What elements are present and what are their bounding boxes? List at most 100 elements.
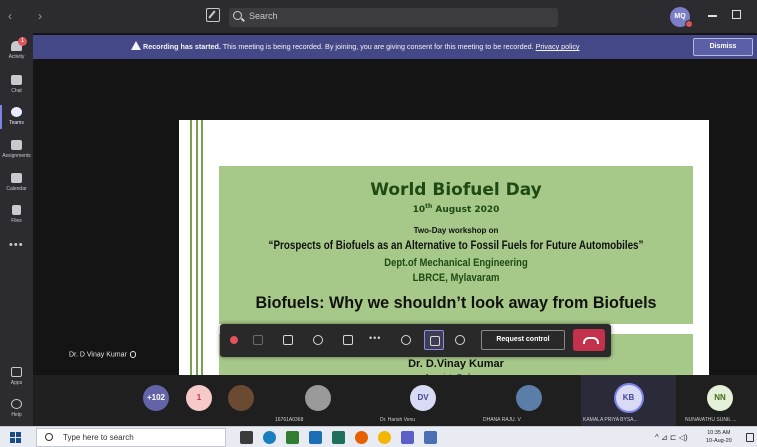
recording-banner: Recording has started. This meeting is b… [33,35,757,59]
chat-icon [11,75,22,85]
rail-label: Chat [11,88,22,94]
participant-tile[interactable]: NN NUNAVATHU SUNIL ... [683,375,757,426]
rail-item-apps[interactable]: Apps [0,363,33,393]
hang-up-icon[interactable] [573,329,605,351]
participant-tile[interactable]: DV Dr. Harish Venu [378,375,468,426]
mic-glyph [313,335,323,345]
calendar-icon [11,173,22,183]
maximize-icon[interactable] [732,10,741,19]
participant-avatar: 1 [186,385,212,411]
taskbar-search-placeholder: Type here to search [63,433,134,442]
teams-window: ‹ › Search MQ 1 Activity Chat Teams Assi… [0,0,757,447]
hand-glyph [401,335,411,345]
more-icon[interactable]: ••• [369,333,381,343]
edge-icon[interactable] [263,431,276,444]
mic-off-icon[interactable] [308,330,328,350]
task-view-icon[interactable] [240,431,253,444]
record-icon[interactable] [224,330,244,350]
participant-name: Dr. Harish Venu [380,417,416,423]
files-icon [12,205,21,215]
participant-name: NUNAVATHU SUNIL ... [685,417,737,423]
cursor-icon[interactable] [248,330,268,350]
participant-tile[interactable]: 1 [186,375,212,426]
chrome-icon[interactable] [378,431,391,444]
department: Dept.of Mechanical Engineering [384,257,528,269]
title-bar: ‹ › Search MQ [0,0,757,33]
help-icon [11,399,22,409]
mic-icon [129,351,136,358]
participant-avatar: DV [410,385,436,411]
rail-item-assignments[interactable]: Assignments [0,136,33,166]
store-icon[interactable] [286,431,299,444]
rail-label: Activity [8,54,25,60]
camera-off-icon[interactable] [278,330,298,350]
search-icon [233,11,242,20]
activity-badge: 1 [18,37,27,46]
slide-title-panel: World Biofuel Day 10th August 2020 Two-D… [219,166,693,324]
clock-time: 10:35 AM [707,430,731,436]
workshop-topic: “Prospects of Biofuels as an Alternative… [268,238,644,252]
rail-label: Assignments [2,153,31,159]
people-glyph [455,335,465,345]
notification-icon[interactable] [746,433,754,442]
more-apps-icon[interactable]: ••• [9,239,24,251]
chat-glyph [430,336,440,346]
request-control-button[interactable]: Request control [481,330,565,350]
rail-label: Calendar [6,186,27,192]
participants-icon[interactable] [450,330,470,350]
windows-taskbar: Type here to search ^ ⊿ ⊏ ◁) 10:35 AM 10… [0,426,757,447]
rail-item-files[interactable]: Files [0,201,33,231]
forward-icon[interactable]: › [38,9,42,23]
author-name: Dr. D.Vinay Kumar [408,358,504,370]
teams-taskbar-icon[interactable] [401,431,414,444]
slide-date: 10th August 2020 [219,203,693,215]
rail-label: Help [11,412,22,418]
rail-label: Teams [9,120,24,126]
share-tray-icon[interactable] [338,330,358,350]
presence-badge [685,20,693,28]
apps-icon [11,367,22,377]
rail-item-help[interactable]: Help [0,395,33,425]
photos-icon[interactable] [424,431,437,444]
minimize-icon[interactable] [708,15,717,17]
rail-item-calendar[interactable]: Calendar [0,169,33,199]
windows-start-icon[interactable] [10,432,21,443]
record-dot [230,336,238,344]
search-icon [45,433,53,441]
calculator-icon[interactable] [332,431,345,444]
rail-item-chat[interactable]: Chat [0,71,33,101]
back-icon[interactable]: ‹ [8,9,12,23]
presenter-label: Dr. D Vinay Kumar [69,351,136,358]
share-glyph [343,335,353,345]
dismiss-button[interactable]: Dismiss [693,38,753,56]
talk-title: Biofuels: Why we shouldn’t look away fro… [255,293,657,312]
rail-label: Files [11,218,22,224]
taskbar-clock[interactable]: 10:35 AM 10-Aug-20 [706,429,732,445]
chat-icon[interactable] [424,330,444,350]
participant-tile[interactable] [228,375,254,426]
participant-avatar: NN [707,385,733,411]
rail-item-teams[interactable]: Teams [0,103,33,133]
search-box[interactable]: Search [229,8,558,27]
taskbar-search[interactable]: Type here to search [36,428,226,447]
participant-tile[interactable]: +102 [143,375,169,426]
slide-title: World Biofuel Day [370,180,542,200]
rail-item-activity[interactable]: 1 Activity [0,37,33,67]
system-tray[interactable]: ^ ⊿ ⊏ ◁) [655,433,688,442]
user-initials: MQ [674,13,686,20]
participant-tile[interactable]: 16761A0368 [273,375,363,426]
user-avatar[interactable]: MQ [670,7,693,28]
firefox-icon[interactable] [355,431,368,444]
recording-title: Recording has started. [143,42,221,51]
participant-name: 16761A0368 [275,417,304,423]
participant-tile[interactable]: KB KAMALA PRIYA BYSA... [581,375,676,426]
participant-tile[interactable]: DHANA RAJU. V [481,375,576,426]
rail-label: Apps [10,380,23,386]
mail-icon[interactable] [309,431,322,444]
privacy-policy-link[interactable]: Privacy policy [536,42,580,51]
recording-message: Recording has started. This meeting is b… [143,42,580,51]
raise-hand-icon[interactable] [396,330,416,350]
teams-icon [11,107,22,117]
new-chat-icon[interactable] [206,8,220,22]
camera-glyph [283,335,293,345]
